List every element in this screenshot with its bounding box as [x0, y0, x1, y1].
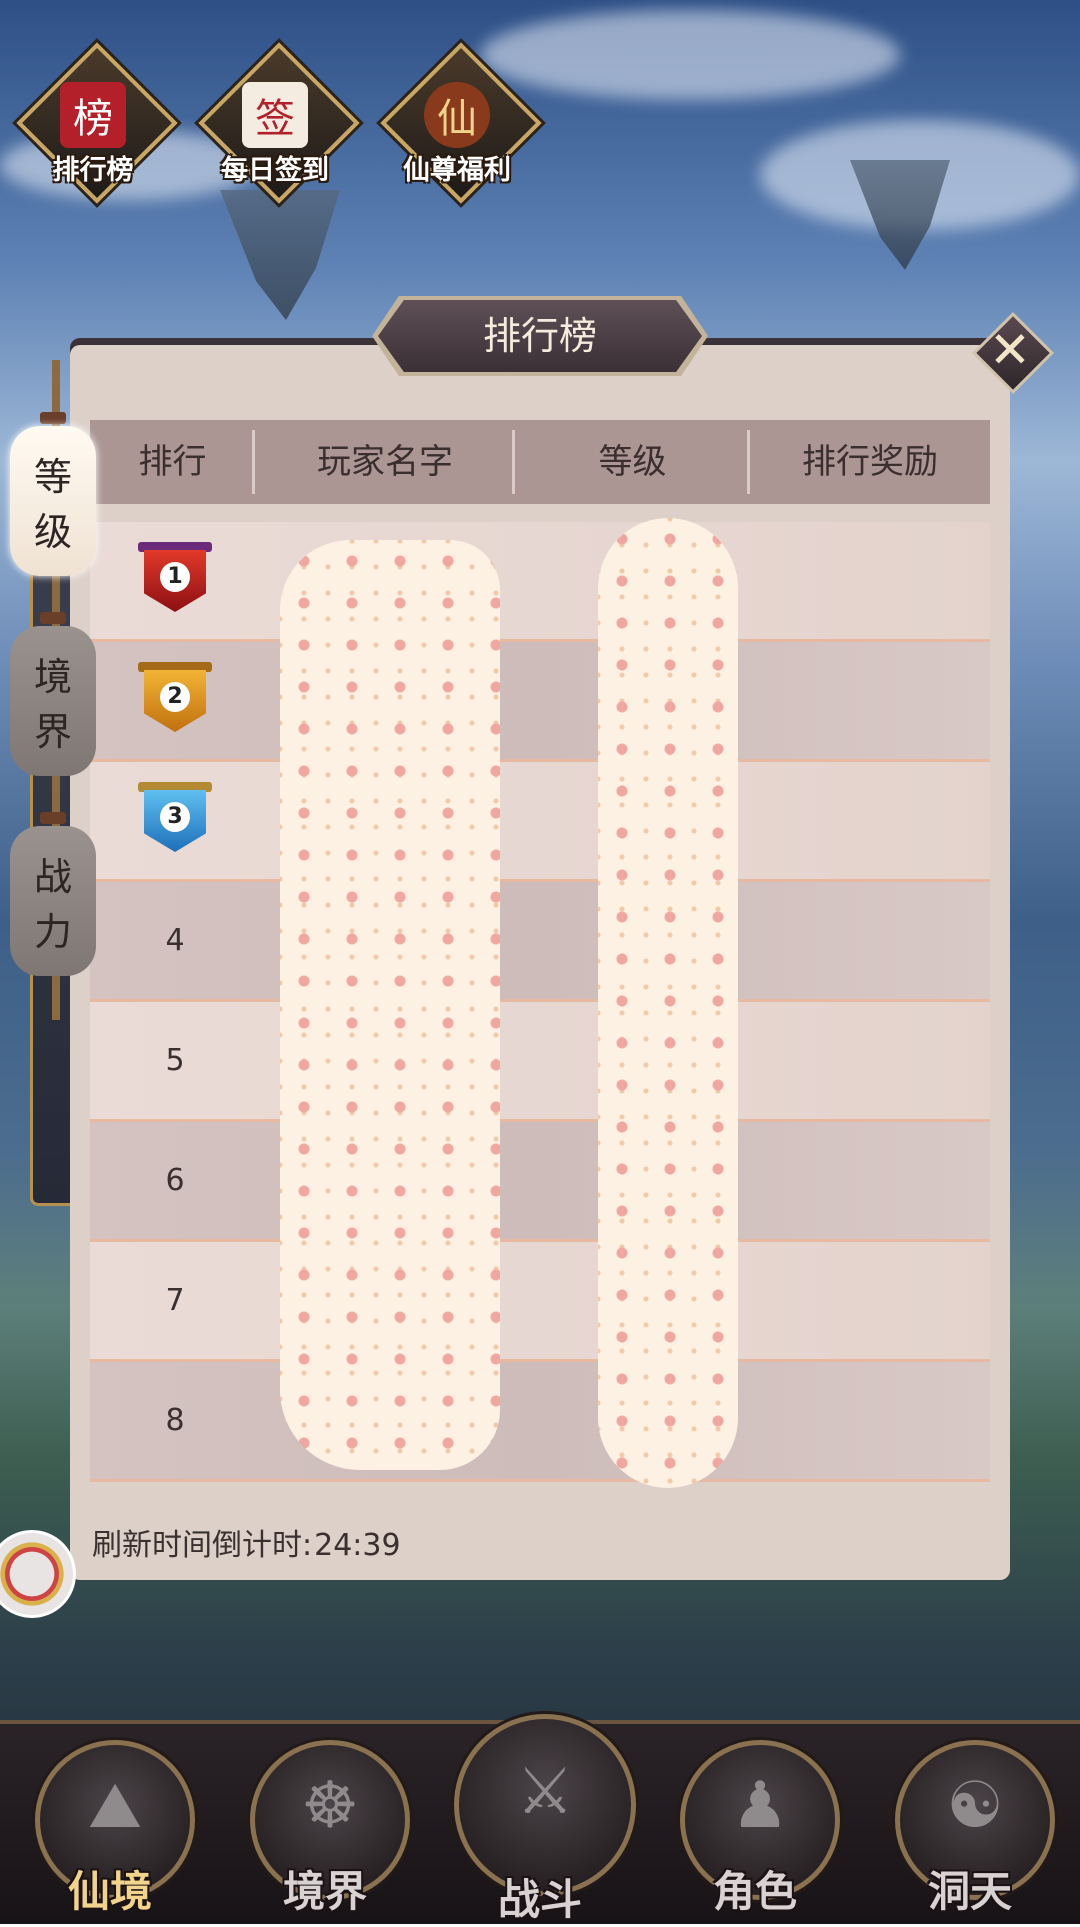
tab-label: 等 — [33, 455, 72, 499]
tab-realm[interactable]: 境 界 — [10, 626, 96, 776]
table-row[interactable]: 5 — [90, 1002, 990, 1122]
ranking-button[interactable]: 榜 排行榜 — [16, 42, 178, 204]
nav-label-juese: 角色 — [712, 1867, 797, 1916]
countdown-label: 刷新时间倒计时: — [92, 1528, 313, 1563]
nav-label-xianjing: 仙境 — [67, 1867, 152, 1916]
ranking-label: 排行榜 — [52, 155, 134, 186]
daily-checkin-icon: 签 — [242, 82, 308, 148]
welfare-button[interactable]: 仙 仙尊福利 — [380, 42, 542, 204]
refresh-countdown: 刷新时间倒计时:24:39 — [90, 1520, 401, 1564]
rank-number: 1 — [160, 562, 190, 592]
tab-label: 界 — [33, 710, 72, 754]
ranking-scroll-icon: 榜 — [60, 82, 126, 148]
cave-heaven-icon: ☯ — [946, 1769, 1004, 1843]
table-row[interactable]: 4 — [90, 882, 990, 1002]
tab-power[interactable]: 战 力 — [10, 826, 96, 976]
redaction-overlay — [598, 518, 738, 1488]
meditation-icon: ☸ — [301, 1769, 359, 1843]
table-row[interactable]: 2 — [90, 642, 990, 762]
redaction-overlay — [280, 540, 500, 1470]
gold-medal-icon: 1 — [138, 542, 212, 616]
rank-number: 3 — [160, 802, 190, 832]
header-rank: 排行 — [138, 442, 207, 482]
tab-cap — [40, 412, 66, 424]
character-icon: ♟ — [731, 1769, 789, 1843]
rank-number: 8 — [165, 1403, 185, 1438]
welfare-label: 仙尊福利 — [403, 155, 511, 186]
header-level: 等级 — [598, 442, 667, 482]
cloud — [480, 10, 900, 100]
table-row[interactable]: 1 — [90, 522, 990, 642]
rank-number: 7 — [165, 1283, 185, 1318]
countdown-value: 24:39 — [314, 1528, 401, 1563]
tab-cap — [40, 812, 66, 824]
daily-checkin-label: 每日签到 — [221, 155, 329, 186]
welfare-gourd-icon: 仙 — [424, 82, 490, 148]
rank-number: 4 — [165, 923, 185, 958]
tab-level[interactable]: 等 级 — [10, 426, 96, 576]
silver-medal-icon: 2 — [138, 662, 212, 736]
crossed-swords-icon: ⚔ — [516, 1755, 574, 1829]
nav-label-jingjie: 境界 — [282, 1867, 367, 1916]
close-icon: ✕ — [989, 321, 1031, 379]
tab-cap — [40, 612, 66, 624]
rank-number: 5 — [165, 1043, 185, 1078]
header-cell: 玩家名字 — [255, 420, 515, 504]
header-cell: 排行 — [90, 420, 255, 504]
header-cell: 排行奖励 — [750, 420, 990, 504]
tab-label: 力 — [33, 910, 72, 954]
mountain-icon: ⛰ — [88, 1769, 142, 1843]
table-row[interactable]: 6 — [90, 1122, 990, 1242]
table-row[interactable]: 8 — [90, 1362, 990, 1482]
rank-number: 6 — [165, 1163, 185, 1198]
rank-number: 2 — [160, 682, 190, 712]
table-header: 排行 玩家名字 等级 排行奖励 — [90, 420, 990, 504]
tab-label: 级 — [33, 510, 72, 554]
tab-label: 境 — [33, 655, 72, 699]
daily-checkin-button[interactable]: 签 每日签到 — [198, 42, 360, 204]
table-row[interactable]: 3 — [90, 762, 990, 882]
nav-label-zhandou: 战斗 — [497, 1875, 582, 1924]
panel-title: 排行榜 — [482, 314, 597, 358]
table-row[interactable]: 7 — [90, 1242, 990, 1362]
leaderboard-list[interactable]: 1 2 3 4 5 6 7 8 — [90, 522, 990, 1482]
header-reward: 排行奖励 — [802, 442, 938, 482]
header-cell: 等级 — [515, 420, 750, 504]
nav-label-dongtian: 洞天 — [927, 1867, 1012, 1916]
close-button[interactable]: ✕ — [971, 311, 1055, 395]
bronze-medal-icon: 3 — [138, 782, 212, 856]
tab-label: 战 — [33, 855, 72, 899]
header-player-name: 玩家名字 — [317, 442, 453, 482]
